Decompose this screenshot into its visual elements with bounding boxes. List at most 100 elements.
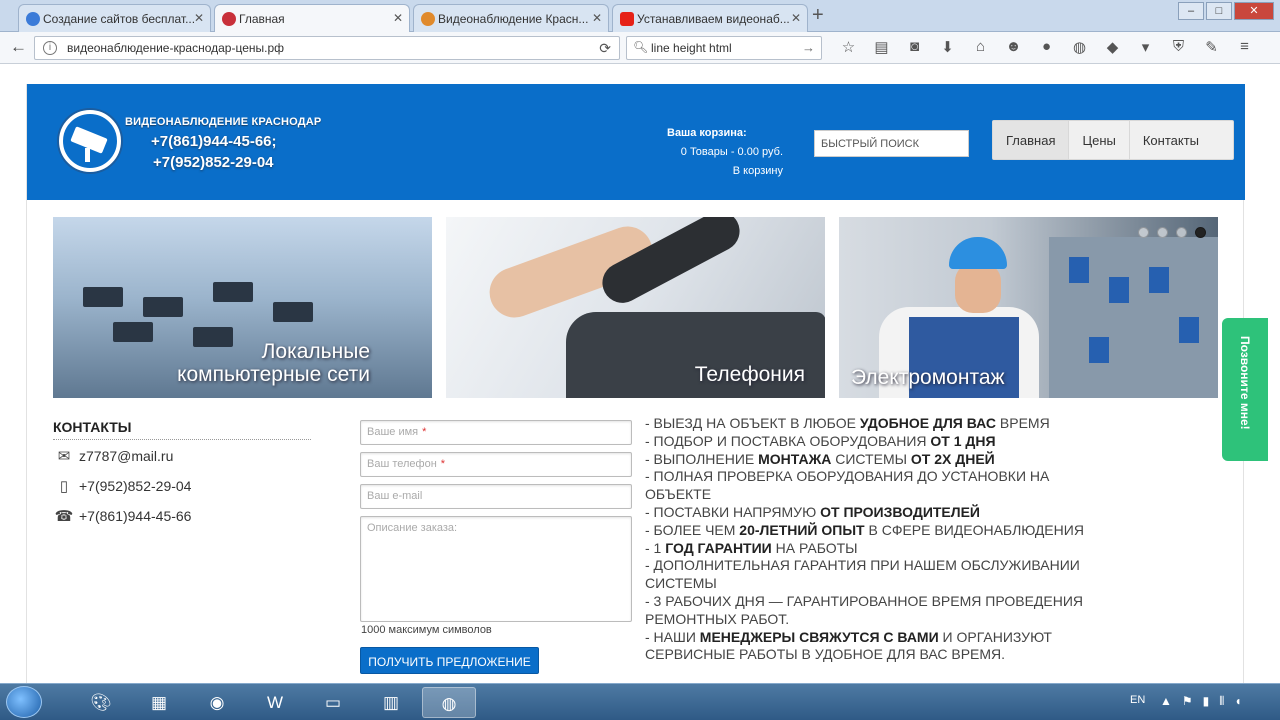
dropdown-icon[interactable]: ▾ <box>1129 38 1162 56</box>
volume-icon[interactable]: ◖ <box>1234 694 1241 709</box>
extension-icon[interactable]: ◆ <box>1096 38 1129 56</box>
cart-widget: Ваша корзина: 0 Товары - 0.00 руб. В кор… <box>667 124 783 181</box>
contact-mobile: ▯ +7(952)852-29-04 <box>53 477 192 495</box>
email-field[interactable]: Ваш e-mail <box>360 484 632 509</box>
back-arrow-icon[interactable]: ← <box>10 37 27 57</box>
slider-dot[interactable] <box>1176 227 1187 238</box>
benefit-item: - ДОПОЛНИТЕЛЬНАЯ ГАРАНТИЯ ПРИ НАШЕМ ОБСЛ… <box>645 557 1080 592</box>
address-bar[interactable]: i видеонаблюдение-краснодар-цены.рф ⟳ <box>34 36 620 60</box>
site-header: ВИДЕОНАБЛЮДЕНИЕ КРАСНОДАР +7(861)944-45-… <box>27 84 1245 200</box>
minimize-icon[interactable]: – <box>1178 2 1204 20</box>
benefit-item: - ПОСТАВКИ НАПРЯМУЮ ОТ ПРОИЗВОДИТЕЛЕЙ <box>645 503 980 520</box>
contact-email[interactable]: ✉ z7787@mail.ru <box>53 447 174 465</box>
nav-contacts[interactable]: Контакты <box>1130 121 1212 159</box>
slider-dot-active[interactable] <box>1195 227 1206 238</box>
search-value: line height html <box>651 41 732 55</box>
paint-icon[interactable]: 🎨︎ <box>74 687 128 718</box>
url-text: видеонаблюдение-краснодар-цены.рф <box>67 41 285 55</box>
benefit-item: - ПОЛНАЯ ПРОВЕРКА ОБОРУДОВАНИЯ ДО УСТАНО… <box>645 468 1050 503</box>
adblock-icon[interactable]: ● <box>1030 38 1063 56</box>
banner-electrical[interactable]: Электромонтаж <box>839 217 1218 398</box>
tab-create-sites[interactable]: Создание сайтов бесплат... ✕ <box>18 4 211 32</box>
info-icon[interactable]: i <box>43 41 57 55</box>
banner-networks[interactable]: Локальные компьютерные сети <box>53 217 432 398</box>
new-tab-icon[interactable]: + <box>812 4 824 27</box>
browser-search-field[interactable]: 🔍︎ line height html → <box>626 36 822 60</box>
battery-icon[interactable]: ▮ <box>1203 694 1210 709</box>
banner-telephony[interactable]: Телефония <box>446 217 825 398</box>
pocket-icon[interactable]: ◙ <box>898 38 931 56</box>
slider-dot[interactable] <box>1157 227 1168 238</box>
divider <box>53 439 311 440</box>
toolbar-icons: ☆ ▤ ◙ ⬇ ⌂ ☻ ● ◍ ◆ ▾ ⛨ ✎ ≡ <box>832 38 1261 56</box>
mobile-phone-icon: ▯ <box>59 478 69 495</box>
chart-icon[interactable]: ▥ <box>364 687 418 718</box>
tab-youtube[interactable]: Устанавливаем видеонаб... ✕ <box>612 4 808 32</box>
signal-icon[interactable]: ⫴ <box>1219 694 1224 709</box>
slider-dot[interactable] <box>1138 227 1149 238</box>
benefits-list: - ВЫЕЗД НА ОБЪЕКТ В ЛЮБОЕ УДОБНОЕ ДЛЯ ВА… <box>645 415 1095 664</box>
joomla-icon <box>421 12 435 26</box>
system-tray: ▲ ⚑ ▮ ⫴ ◖ <box>1160 694 1242 709</box>
word-icon[interactable]: W <box>248 687 302 718</box>
quick-search-input[interactable]: БЫСТРЫЙ ПОИСК <box>814 130 969 157</box>
language-indicator[interactable]: EN <box>1130 694 1145 706</box>
search-icon: 🔍︎ <box>633 40 649 54</box>
home-icon[interactable]: ⌂ <box>964 38 997 56</box>
banner-caption: Локальные компьютерные сети <box>177 340 370 386</box>
close-window-icon[interactable]: ✕ <box>1234 2 1274 20</box>
get-offer-button[interactable]: ПОЛУЧИТЬ ПРЕДЛОЖЕНИЕ <box>360 647 539 674</box>
go-arrow-icon[interactable]: → <box>802 40 815 55</box>
tab-title: Видеонаблюдение Красн... <box>438 12 589 26</box>
benefit-item: - ВЫПОЛНЕНИЕ МОНТАЖА СИСТЕМЫ ОТ 2Х ДНЕЙ <box>645 450 995 467</box>
shield-icon[interactable]: ⛨ <box>1162 38 1195 56</box>
close-icon[interactable]: ✕ <box>592 11 602 25</box>
nav-prices[interactable]: Цены <box>1069 121 1130 159</box>
excel-icon[interactable]: ▦ <box>132 687 186 718</box>
maximize-icon[interactable]: □ <box>1206 2 1232 20</box>
main-nav: Главная Цены Контакты <box>992 120 1234 160</box>
notepad-icon[interactable]: ▭ <box>306 687 360 718</box>
network-icon[interactable]: ▲ <box>1160 694 1172 709</box>
tab-title: Устанавливаем видеонаб... <box>637 12 790 26</box>
addon-icon[interactable]: ◍ <box>1063 38 1096 56</box>
windows-taskbar: 🎨︎ ▦ ◉ W ▭ ▥ ◍ EN ▲ ⚑ ▮ ⫴ ◖ <box>0 683 1280 720</box>
nav-home[interactable]: Главная <box>993 121 1070 159</box>
phone-field[interactable]: Ваш телефон * <box>360 452 632 477</box>
benefit-item: - НАШИ МЕНЕДЖЕРЫ СВЯЖУТСЯ С ВАМИ И ОРГАН… <box>645 628 1052 663</box>
reading-list-icon[interactable]: ▤ <box>865 38 898 56</box>
benefit-item: - БОЛЕЕ ЧЕМ 20-ЛЕТНИЙ ОПЫТ В СФЕРЕ ВИДЕО… <box>645 521 1084 538</box>
slider-dots <box>1138 227 1206 238</box>
cart-link[interactable]: В корзину <box>667 162 783 181</box>
flag-icon[interactable]: ⚑ <box>1182 694 1193 709</box>
bookmark-star-icon[interactable]: ☆ <box>832 38 865 56</box>
window-controls: – □ ✕ <box>1178 2 1274 20</box>
name-field[interactable]: Ваше имя * <box>360 420 632 445</box>
call-me-button[interactable]: Позвоните мне! <box>1222 318 1268 461</box>
close-icon[interactable]: ✕ <box>194 11 204 25</box>
youtube-icon <box>620 12 634 26</box>
menu-icon[interactable]: ≡ <box>1228 38 1261 56</box>
tab-title: Создание сайтов бесплат... <box>43 12 196 26</box>
close-icon[interactable]: ✕ <box>393 11 403 25</box>
reload-icon[interactable]: ⟳ <box>599 40 611 57</box>
benefit-item: - ВЫЕЗД НА ОБЪЕКТ В ЛЮБОЕ УДОБНОЕ ДЛЯ ВА… <box>645 415 1050 431</box>
camera-logo-icon[interactable] <box>59 110 121 172</box>
tab-home[interactable]: Главная ✕ <box>214 4 410 32</box>
contacts-heading: КОНТАКТЫ <box>53 419 132 435</box>
cart-summary: 0 Товары - 0.00 руб. <box>680 146 783 158</box>
start-button[interactable] <box>6 686 42 718</box>
tab-video-krasnodar[interactable]: Видеонаблюдение Красн... ✕ <box>413 4 609 32</box>
download-icon[interactable]: ⬇ <box>931 38 964 56</box>
chat-icon[interactable]: ☻ <box>997 38 1030 56</box>
benefit-item: - 3 РАБОЧИХ ДНЯ — ГАРАНТИРОВАННОЕ ВРЕМЯ … <box>645 592 1084 627</box>
company-name: ВИДЕОНАБЛЮДЕНИЕ КРАСНОДАР <box>125 116 322 128</box>
chrome-icon[interactable]: ◉ <box>190 687 244 718</box>
firefox-icon[interactable]: ◍ <box>422 687 476 718</box>
close-icon[interactable]: ✕ <box>791 11 801 25</box>
browser-nav-bar: ← i видеонаблюдение-краснодар-цены.рф ⟳ … <box>0 32 1280 64</box>
header-phone-2: +7(952)852-29-04 <box>153 154 274 171</box>
benefit-item: - 1 ГОД ГАРАНТИИ НА РАБОТЫ <box>645 539 858 556</box>
order-description-field[interactable]: Описание заказа: <box>360 516 632 622</box>
tools-icon[interactable]: ✎ <box>1195 38 1228 56</box>
